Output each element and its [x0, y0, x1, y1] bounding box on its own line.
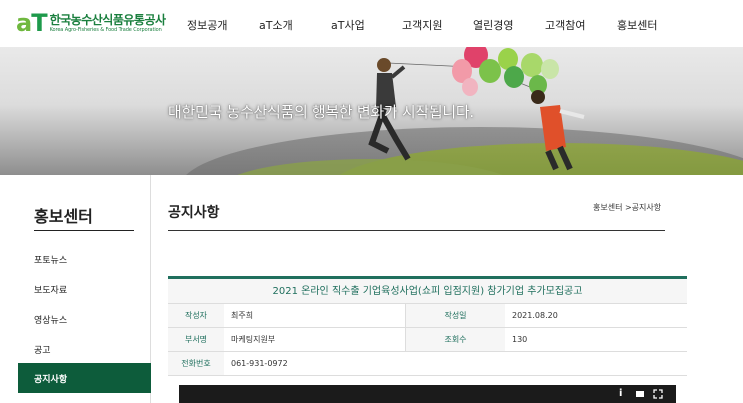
- views-value: 130: [512, 335, 528, 344]
- table-row: 부서명 마케팅지원부 조회수 130: [168, 328, 687, 352]
- phone-label: 전화번호: [168, 352, 224, 375]
- nav-item-info[interactable]: 정보공개: [187, 17, 227, 33]
- sidebar-title: 홍보센터: [34, 207, 93, 226]
- nav-item-support[interactable]: 고객지원: [402, 17, 442, 33]
- site-logo[interactable]: aT 한국농수산식품유통공사 Korea Agro-Fisheries & Fo…: [16, 11, 166, 35]
- nav-item-pr[interactable]: 홍보센터: [617, 17, 657, 33]
- document-viewer[interactable]: i: [179, 385, 676, 403]
- info-icon[interactable]: i: [619, 389, 622, 399]
- sidebar-item-label: 공지사항: [34, 375, 68, 385]
- fullscreen-icon[interactable]: [653, 389, 663, 402]
- sidebar-item-press[interactable]: 보도자료: [34, 283, 67, 296]
- sidebar: 홍보센터 포토뉴스 보도자료 영상뉴스 공고 공지사항: [18, 175, 151, 403]
- nav-item-business[interactable]: aT사업: [331, 17, 365, 33]
- screen-icon[interactable]: [635, 389, 645, 402]
- sidebar-item-notice[interactable]: 공지사항: [18, 363, 151, 393]
- date-label: 작성일: [405, 304, 505, 327]
- page-title: 공지사항: [168, 205, 220, 221]
- notice-detail-table: 2021 온라인 직수출 기업육성사업(쇼피 입점지원) 참가기업 추가모집공고…: [168, 276, 687, 376]
- dept-label: 부서명: [168, 328, 224, 351]
- author-value: 최주희: [231, 311, 254, 320]
- logo-mark: aT: [16, 9, 48, 37]
- views-label: 조회수: [405, 328, 505, 351]
- breadcrumb[interactable]: 홍보센터 >공지사항: [593, 202, 661, 213]
- sidebar-item-announcement[interactable]: 공고: [34, 343, 51, 356]
- table-row: 전화번호 061-931-0972: [168, 352, 687, 376]
- sidebar-item-photo-news[interactable]: 포토뉴스: [34, 253, 67, 266]
- banner-tagline: 대한민국 농수산식품의 행복한 변화가 시작됩니다.: [168, 103, 474, 121]
- title-divider: [168, 230, 665, 231]
- phone-value: 061-931-0972: [231, 359, 288, 368]
- nav-item-participation[interactable]: 고객참여: [545, 17, 585, 33]
- sidebar-divider: [34, 230, 134, 231]
- notice-title: 2021 온라인 직수출 기업육성사업(쇼피 입점지원) 참가기업 추가모집공고: [168, 279, 687, 304]
- nav-item-management[interactable]: 열린경영: [473, 17, 513, 33]
- hero-banner: 대한민국 농수산식품의 행복한 변화가 시작됩니다.: [0, 47, 743, 175]
- table-row: 작성자 최주희 작성일 2021.08.20: [168, 304, 687, 328]
- nav-item-about[interactable]: aT소개: [259, 17, 293, 33]
- logo-name-en: Korea Agro-Fisheries & Food Trade Corpor…: [49, 26, 162, 33]
- logo-name-ko: 한국농수산식품유통공사: [49, 12, 166, 27]
- sidebar-item-video-news[interactable]: 영상뉴스: [34, 313, 67, 326]
- site-header: aT 한국농수산식품유통공사 Korea Agro-Fisheries & Fo…: [0, 0, 743, 47]
- author-label: 작성자: [168, 304, 224, 327]
- dept-value: 마케팅지원부: [231, 335, 276, 344]
- date-value: 2021.08.20: [512, 311, 558, 320]
